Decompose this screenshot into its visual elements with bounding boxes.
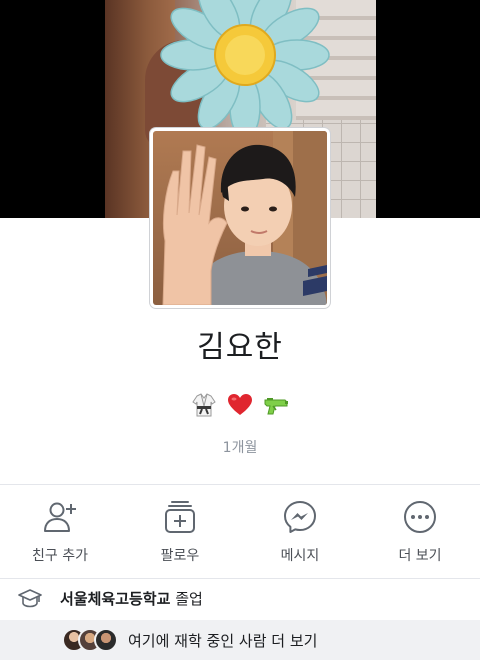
profile-photo-illustration (162, 131, 327, 305)
more-icon (404, 501, 436, 533)
profile-name: 김요한 (197, 330, 283, 365)
emoji-row (0, 392, 480, 418)
classmate-avatars (62, 628, 118, 652)
follow-button[interactable]: 팔로우 (120, 485, 240, 577)
message-label: 메시지 (280, 548, 320, 564)
follow-icon (165, 501, 195, 533)
message-button[interactable]: 메시지 (240, 485, 360, 577)
karate-uniform-icon (191, 392, 217, 418)
see-more-classmates[interactable]: 여기에 재학 중인 사람 더 보기 (0, 620, 480, 660)
avatar (94, 628, 118, 652)
more-label: 더 보기 (398, 548, 442, 564)
follow-label: 팔로우 (160, 548, 200, 564)
education-text: 서울체육고등학교 졸업 (60, 588, 203, 609)
divider (0, 578, 480, 579)
add-friend-icon (44, 502, 76, 532)
school-name[interactable]: 서울체육고등학교 (60, 590, 170, 608)
joined-duration: 1개월 (222, 440, 258, 456)
action-bar: 친구 추가 팔로우 메시지 더 보기 (0, 485, 480, 577)
education-status: 졸업 (175, 589, 203, 608)
more-button[interactable]: 더 보기 (360, 485, 480, 577)
profile-picture[interactable] (150, 128, 330, 308)
profile-photo (153, 131, 327, 305)
education-row[interactable]: 서울체육고등학교 졸업 (0, 580, 480, 616)
graduation-cap-icon (18, 589, 42, 608)
red-heart-icon (227, 392, 253, 418)
add-friend-button[interactable]: 친구 추가 (0, 485, 120, 577)
messenger-icon (284, 501, 316, 533)
flower-sticker-icon (160, 0, 330, 140)
water-pistol-icon (263, 392, 289, 418)
add-friend-label: 친구 추가 (32, 548, 88, 564)
see-more-label: 여기에 재학 중인 사람 더 보기 (128, 631, 318, 650)
